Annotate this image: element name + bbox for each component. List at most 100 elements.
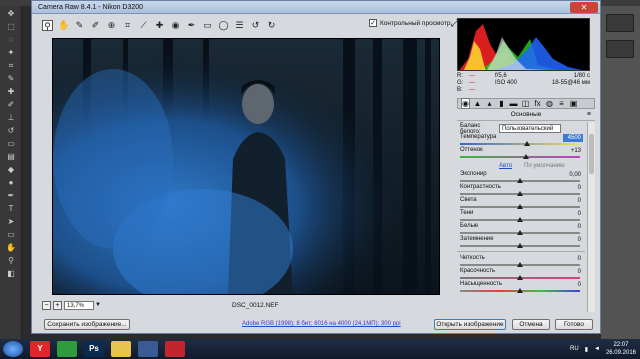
slider-value-field[interactable]: 0,00 (563, 171, 583, 179)
language-indicator[interactable]: RU (570, 346, 579, 352)
adjustment-brush-icon[interactable]: ✒ (186, 20, 197, 31)
slider-thumb[interactable] (517, 217, 523, 222)
slider-thumb[interactable] (517, 288, 523, 293)
slider-value-field[interactable]: 0 (563, 184, 583, 192)
taskbar-app-3[interactable] (111, 341, 131, 357)
hand-tool-icon[interactable]: ✋ (5, 243, 17, 253)
chevron-down-icon[interactable]: ▼ (95, 302, 101, 308)
crop-icon[interactable]: ⌗ (122, 20, 133, 31)
zoom-out-button[interactable]: − (42, 300, 51, 310)
slider-value-field[interactable]: 0 (563, 268, 583, 276)
graduated-filter-icon[interactable]: ▭ (202, 20, 213, 31)
slider-value-field[interactable]: 0 (563, 197, 583, 205)
radial-filter-icon[interactable]: ◯ (218, 20, 229, 31)
start-button[interactable] (3, 341, 23, 357)
taskbar-app-2[interactable]: Ps (84, 341, 104, 357)
cancel-button[interactable]: Отмена (512, 319, 550, 330)
tone-curve-tab-icon[interactable]: ▲ (473, 99, 482, 108)
rotate-right-icon[interactable]: ↻ (266, 20, 277, 31)
crop-tool-icon[interactable]: ⌗ (5, 61, 17, 71)
dodge-tool-icon[interactable]: ● (5, 178, 17, 188)
slider-thumb[interactable] (517, 178, 523, 183)
detail-tab-icon[interactable]: ▴ (485, 99, 494, 108)
workflow-options-link[interactable]: Adobe RGB (1998); 8 бит; 6016 на 4000 (2… (242, 321, 401, 327)
slider-value-field[interactable]: 0 (563, 210, 583, 218)
hand-icon[interactable]: ✋ (58, 20, 69, 31)
effects-tab-icon[interactable]: fx (533, 99, 542, 108)
brush-tool-icon[interactable]: ✐ (5, 100, 17, 110)
slider-track[interactable] (460, 156, 580, 158)
save-image-button[interactable]: Сохранить изображение... (44, 319, 130, 330)
gradient-tool-icon[interactable]: ▤ (5, 152, 17, 162)
slider-value-field[interactable]: 0 (563, 236, 583, 244)
slider-value-field[interactable]: 0 (563, 255, 583, 263)
done-button[interactable]: Готово (555, 319, 593, 330)
zoom-in-button[interactable]: + (53, 300, 62, 310)
taskbar-app-5[interactable] (165, 341, 185, 357)
slider-thumb[interactable] (523, 154, 529, 159)
default-link[interactable]: По умолчанию (524, 163, 565, 169)
panel-tab[interactable] (606, 14, 634, 32)
presets-tab-icon[interactable]: ≡ (557, 99, 566, 108)
panel-menu-icon[interactable]: ≡ (587, 111, 591, 118)
targeted-adjustment-icon[interactable]: ⊕ (106, 20, 117, 31)
red-eye-icon[interactable]: ◉ (170, 20, 181, 31)
marquee-tool-icon[interactable]: ⬚ (5, 22, 17, 32)
stamp-tool-icon[interactable]: ⊥ (5, 113, 17, 123)
slider-value-field[interactable]: +13 (563, 147, 583, 155)
slider-thumb[interactable] (517, 191, 523, 196)
scrollbar-thumb[interactable] (589, 134, 594, 174)
preview-toggle[interactable]: ✓ Контрольный просмотр (369, 19, 450, 27)
rotate-left-icon[interactable]: ↺ (250, 20, 261, 31)
color-swatches[interactable]: ◧ (5, 269, 17, 279)
lens-tab-icon[interactable]: ◫ (521, 99, 530, 108)
clock[interactable]: 22:07 26.09.2016 (606, 341, 636, 357)
spot-removal-icon[interactable]: ✚ (154, 20, 165, 31)
magic-wand-icon[interactable]: ✦ (5, 48, 17, 58)
slider-value-field[interactable]: 0 (563, 281, 583, 289)
taskbar-app-0[interactable]: Y (30, 341, 50, 357)
preview-checkbox[interactable]: ✓ (369, 19, 377, 27)
healing-tool-icon[interactable]: ✚ (5, 87, 17, 97)
zoom-level-field[interactable]: 13,7% (64, 300, 94, 310)
settings-scrollbar[interactable] (587, 122, 595, 312)
close-icon[interactable]: ✕ (570, 1, 598, 13)
preview-image[interactable] (52, 38, 440, 295)
history-brush-icon[interactable]: ↺ (5, 126, 17, 136)
slider-thumb[interactable] (517, 262, 523, 267)
zoom-icon[interactable]: ⚲ (42, 19, 53, 31)
slider-value-field[interactable]: 4500 (563, 134, 583, 142)
network-icon[interactable]: ▮ (585, 346, 588, 353)
slider-thumb[interactable] (517, 243, 523, 248)
slider-thumb[interactable] (517, 230, 523, 235)
slider-thumb[interactable] (517, 204, 523, 209)
volume-icon[interactable]: ◄ (594, 346, 600, 352)
open-image-button[interactable]: Открыть изображение (434, 319, 506, 330)
move-tool-icon[interactable]: ✥ (5, 9, 17, 19)
path-select-icon[interactable]: ➤ (5, 217, 17, 227)
zoom-tool-icon[interactable]: ⚲ (5, 256, 17, 266)
lasso-tool-icon[interactable]: ◌ (5, 35, 17, 45)
white-balance-select[interactable]: Пользовательский (499, 124, 561, 133)
taskbar-app-4[interactable] (138, 341, 158, 357)
white-balance-icon[interactable]: ✎ (74, 20, 85, 31)
shape-tool-icon[interactable]: ▭ (5, 230, 17, 240)
camera-calibration-tab-icon[interactable]: ◍ (545, 99, 554, 108)
text-tool-icon[interactable]: T (5, 204, 17, 214)
pen-tool-icon[interactable]: ✒ (5, 191, 17, 201)
straighten-icon[interactable]: ⟋ (138, 20, 149, 31)
slider-thumb[interactable] (517, 275, 523, 280)
slider-thumb[interactable] (524, 141, 531, 146)
preferences-icon[interactable]: ☰ (234, 20, 245, 31)
auto-link[interactable]: Авто (499, 163, 512, 169)
taskbar-app-1[interactable] (57, 341, 77, 357)
color-sampler-icon[interactable]: ✐ (90, 20, 101, 31)
eyedropper-tool-icon[interactable]: ✎ (5, 74, 17, 84)
slider-track[interactable] (460, 143, 580, 145)
split-toning-tab-icon[interactable]: ▬ (509, 99, 518, 108)
slider-value-field[interactable]: 0 (563, 223, 583, 231)
hsl-tab-icon[interactable]: ▮ (497, 99, 506, 108)
snapshots-tab-icon[interactable]: ▣ (569, 99, 578, 108)
panel-tab[interactable] (606, 40, 634, 58)
blur-tool-icon[interactable]: ◆ (5, 165, 17, 175)
